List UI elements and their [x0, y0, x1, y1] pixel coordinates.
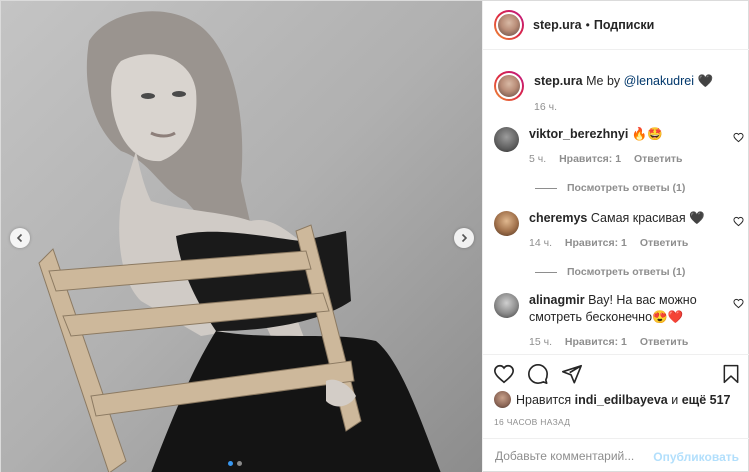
- caption-emoji: 🖤: [697, 74, 714, 88]
- reply-button[interactable]: Ответить: [634, 153, 683, 165]
- caption-text: Me by: [586, 74, 621, 88]
- carousel-indicator: [228, 461, 242, 466]
- comment-text: Самая красивая 🖤: [590, 211, 705, 225]
- reply-button[interactable]: Ответить: [640, 237, 689, 249]
- commenter-avatar[interactable]: [494, 127, 519, 152]
- chevron-right-icon: [461, 233, 468, 243]
- view-replies-button[interactable]: Посмотреть ответы (1): [535, 266, 685, 278]
- comment-time[interactable]: 15 ч.: [529, 336, 552, 348]
- comment-time[interactable]: 14 ч.: [529, 237, 552, 249]
- comment-item: viktor_berezhnyi 🔥🤩 5 ч. Нравится: 1 Отв…: [494, 126, 744, 168]
- following-button[interactable]: Подписки: [594, 18, 655, 32]
- comment-item: alinagmir Вау! На вас можно смотреть бес…: [494, 292, 744, 351]
- comment-likes[interactable]: Нравится: 1: [565, 336, 627, 348]
- caption: step.ura Me by @lenakudrei 🖤 16 ч.: [494, 71, 713, 115]
- liker-avatar[interactable]: [494, 391, 511, 408]
- view-replies-label: Посмотреть ответы (1): [567, 266, 686, 278]
- chevron-left-icon: [16, 233, 23, 243]
- caption-mention[interactable]: @lenakudrei: [624, 74, 694, 88]
- commenter-avatar[interactable]: [494, 293, 519, 318]
- post-sidebar: step.ura • Подписки step.ura Me by @lena…: [482, 1, 749, 472]
- author-username[interactable]: step.ura: [533, 18, 582, 32]
- carousel-prev-button[interactable]: [10, 228, 30, 248]
- add-comment-bar: Опубликовать: [483, 438, 749, 472]
- post-timestamp[interactable]: 16 ЧАСОВ НАЗАД: [494, 417, 570, 427]
- comment-username[interactable]: viktor_berezhnyi: [529, 127, 628, 141]
- publish-button[interactable]: Опубликовать: [653, 450, 739, 464]
- comment-item: cheremys Самая красивая 🖤 14 ч. Нравится…: [494, 210, 744, 252]
- comment-text: 🔥🤩: [631, 127, 663, 141]
- comment-input[interactable]: [495, 449, 675, 463]
- likes-prefix: Нравится: [516, 392, 572, 407]
- comment-likes[interactable]: Нравится: 1: [559, 153, 621, 165]
- carousel-next-button[interactable]: [454, 228, 474, 248]
- heart-icon: [494, 364, 514, 383]
- caption-username[interactable]: step.ura: [534, 74, 583, 88]
- view-replies-label: Посмотреть ответы (1): [567, 182, 686, 194]
- comment-icon: [528, 363, 548, 384]
- carousel-dot: [237, 461, 242, 466]
- comment-username[interactable]: alinagmir: [529, 293, 585, 307]
- comment-time[interactable]: 5 ч.: [529, 153, 546, 165]
- liker-username[interactable]: indi_edilbayeva: [575, 393, 668, 407]
- photo-illustration: [1, 1, 482, 472]
- heart-icon[interactable]: [733, 216, 744, 227]
- comment-likes[interactable]: Нравится: 1: [565, 237, 627, 249]
- heart-icon[interactable]: [733, 132, 744, 143]
- post-modal: step.ura • Подписки step.ura Me by @lena…: [0, 0, 749, 472]
- post-photo[interactable]: [1, 1, 482, 472]
- bookmark-icon: [723, 364, 739, 384]
- post-actions: [483, 354, 749, 392]
- comments-list[interactable]: step.ura Me by @lenakudrei 🖤 16 ч. vikto…: [483, 51, 749, 354]
- comment-button[interactable]: [527, 363, 549, 385]
- likes-summary: Нравится indi_edilbayeva и ещё 517: [494, 391, 731, 408]
- heart-icon[interactable]: [733, 298, 744, 309]
- caption-time[interactable]: 16 ч.: [534, 101, 557, 113]
- likes-and: и: [671, 392, 679, 407]
- like-button[interactable]: [493, 363, 515, 385]
- view-replies-button[interactable]: Посмотреть ответы (1): [535, 182, 685, 194]
- reply-button[interactable]: Ответить: [640, 336, 689, 348]
- save-button[interactable]: [721, 364, 741, 387]
- carousel-dot-active: [228, 461, 233, 466]
- header-separator: •: [585, 18, 590, 32]
- share-button[interactable]: [561, 363, 583, 385]
- likes-others-button[interactable]: ещё 517: [682, 393, 731, 407]
- author-avatar[interactable]: [494, 10, 524, 40]
- commenter-avatar[interactable]: [494, 211, 519, 236]
- caption-avatar[interactable]: [494, 71, 524, 101]
- share-icon: [562, 364, 582, 384]
- post-header: step.ura • Подписки: [483, 1, 749, 50]
- comment-username[interactable]: cheremys: [529, 211, 587, 225]
